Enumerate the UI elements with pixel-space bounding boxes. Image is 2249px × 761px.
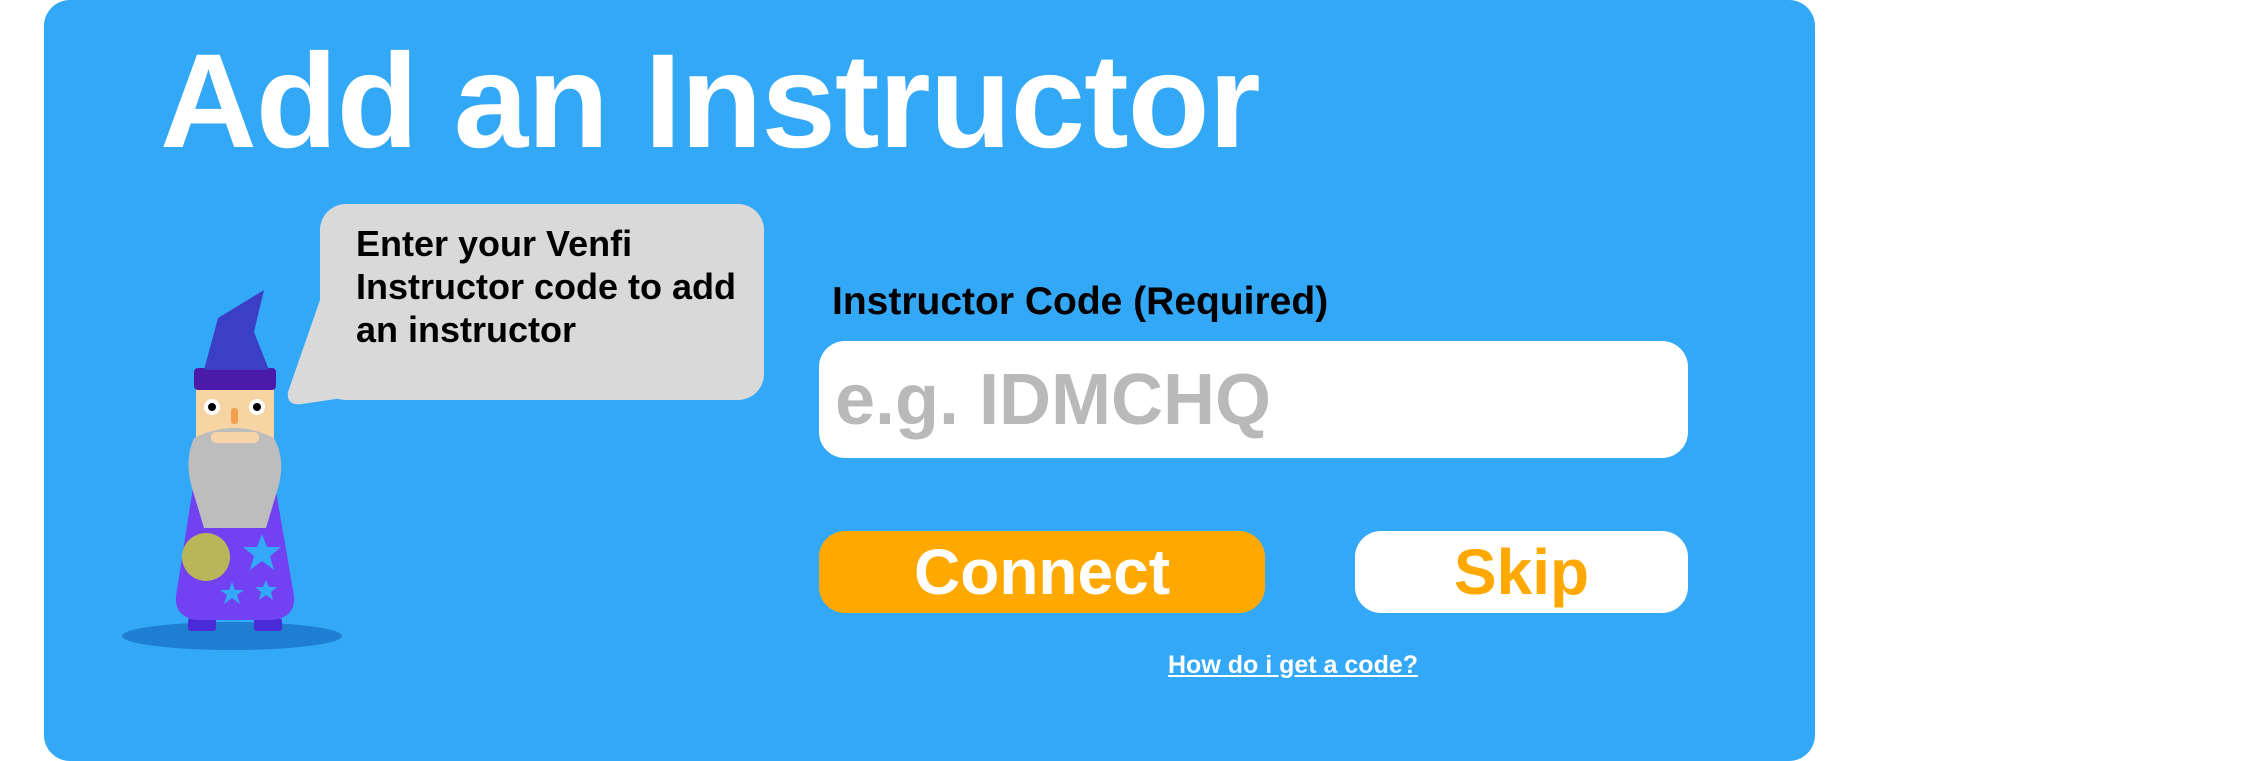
page-title: Add an Instructor bbox=[160, 27, 1261, 176]
instructor-code-input[interactable] bbox=[819, 341, 1688, 458]
speech-bubble: Enter your Venfi Instructor code to add … bbox=[320, 204, 764, 400]
wizard-robe-moon bbox=[182, 533, 230, 581]
wizard-nose bbox=[231, 408, 238, 424]
skip-button[interactable]: Skip bbox=[1355, 531, 1688, 613]
how-to-get-code-link[interactable]: How do i get a code? bbox=[1168, 651, 1418, 680]
wizard-hat bbox=[204, 290, 269, 370]
add-instructor-panel: Add an Instructor Enter your Venfi Instr… bbox=[44, 0, 1815, 761]
instructor-code-label: Instructor Code (Required) bbox=[832, 280, 1329, 323]
wizard-shadow bbox=[122, 622, 342, 650]
connect-button[interactable]: Connect bbox=[819, 531, 1265, 613]
speech-bubble-text: Enter your Venfi Instructor code to add … bbox=[356, 223, 737, 350]
wizard-mustache bbox=[211, 432, 259, 443]
wizard-hat-brim bbox=[194, 368, 276, 390]
